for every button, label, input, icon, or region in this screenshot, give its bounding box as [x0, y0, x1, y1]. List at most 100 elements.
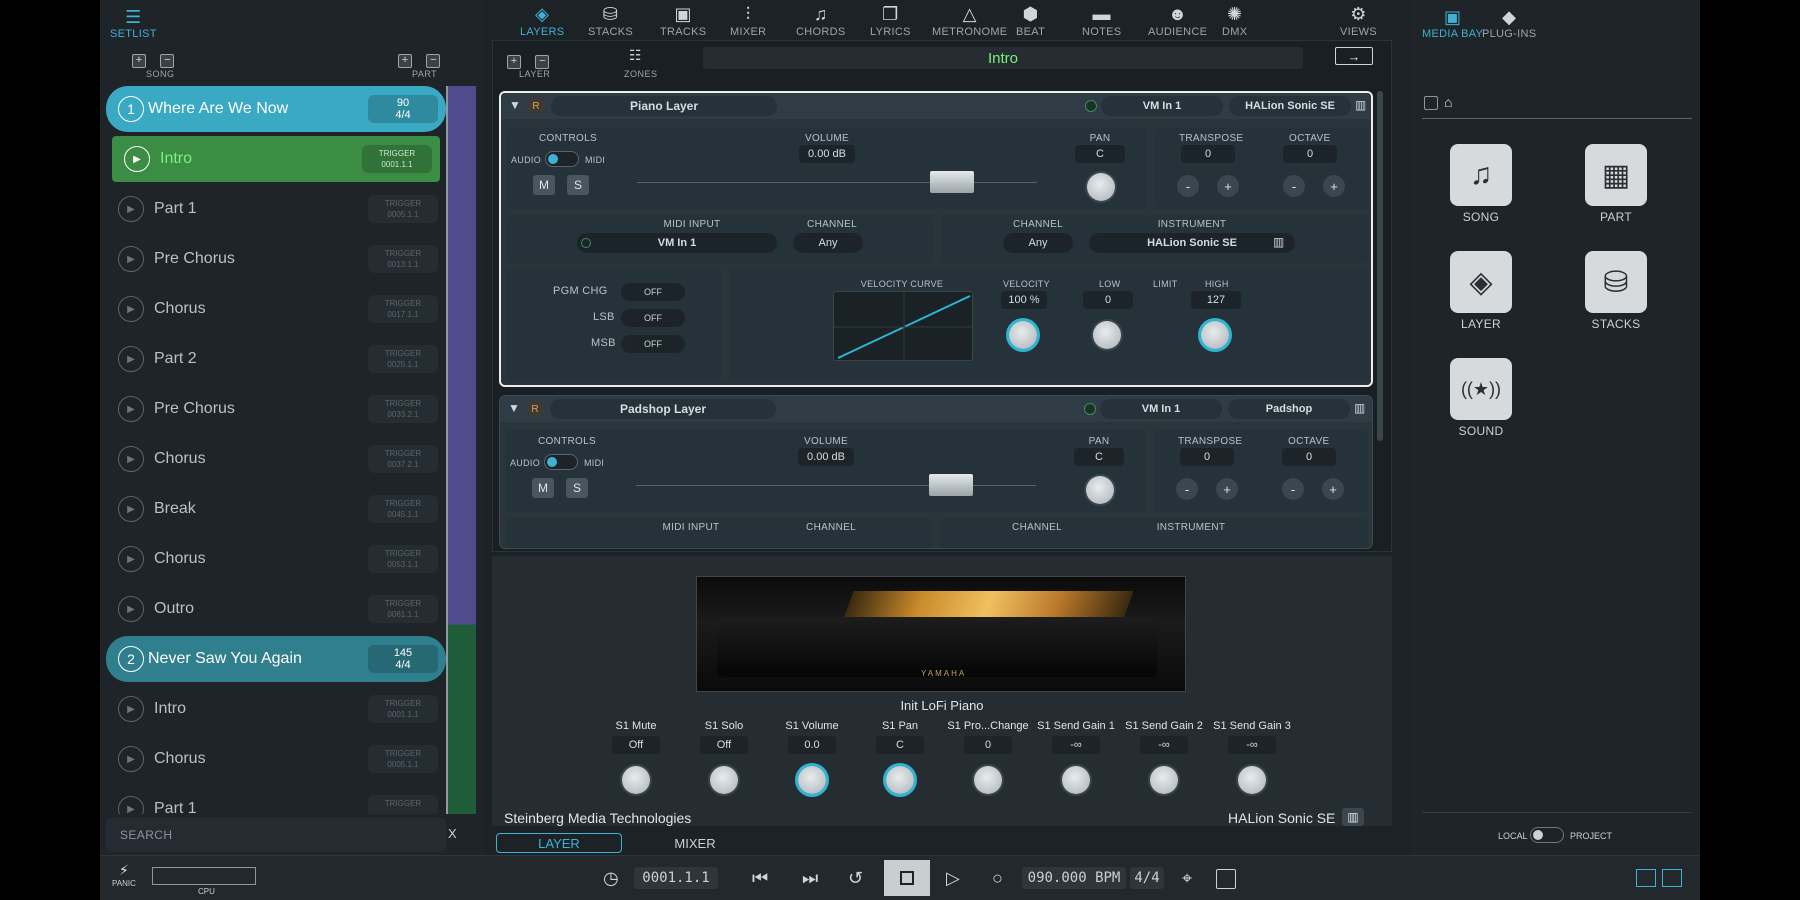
layout-right-icon[interactable] — [1662, 869, 1682, 887]
tile-stacks[interactable]: ⛁ — [1585, 251, 1647, 313]
play-part-icon[interactable]: ▶ — [118, 346, 144, 372]
pgm-chg-button[interactable]: OFF — [621, 283, 685, 301]
param-value[interactable]: 0 — [964, 736, 1012, 754]
octave-minus-button[interactable]: - — [1282, 478, 1304, 500]
mute-button[interactable]: M — [533, 175, 555, 195]
transpose-value[interactable]: 0 — [1180, 448, 1234, 466]
play-part-icon[interactable]: ▶ — [118, 196, 144, 222]
part-row[interactable]: ▶ Part 2 TRIGGER 0025.1.1 — [106, 336, 446, 382]
tab-audience[interactable]: ☻ AUDIENCE — [1148, 4, 1207, 38]
search-box[interactable]: SEARCH — [106, 818, 446, 852]
transpose-plus-button[interactable]: + — [1217, 175, 1239, 197]
clock-icon[interactable]: ◷ — [603, 868, 619, 889]
tab-beat[interactable]: ⬢ BEAT — [1016, 4, 1045, 38]
piano-layer-panel[interactable]: ▼ R Piano Layer VM In 1 HALion Sonic SE … — [499, 91, 1373, 387]
play-part-icon[interactable]: ▶ — [124, 146, 150, 172]
high-value[interactable]: 127 — [1191, 291, 1241, 309]
volume-fader-handle[interactable] — [929, 474, 973, 496]
play-icon[interactable]: ▷ — [946, 868, 960, 889]
velocity-curve-graph[interactable] — [833, 291, 974, 362]
loop-icon[interactable]: ↺ — [848, 868, 863, 889]
param-knob[interactable] — [1238, 766, 1266, 794]
midi-input-select[interactable]: VM In 1 — [577, 233, 777, 253]
play-part-icon[interactable]: ▶ — [118, 296, 144, 322]
param-knob[interactable] — [798, 766, 826, 794]
part-row[interactable]: ▶ Part 1 TRIGGER — [106, 786, 446, 814]
msb-button[interactable]: OFF — [621, 335, 685, 353]
record-button[interactable]: R — [526, 400, 544, 418]
zones-icon[interactable]: ☷ — [629, 47, 642, 64]
param-knob[interactable] — [974, 766, 1002, 794]
pan-value[interactable]: C — [1074, 448, 1124, 466]
audio-midi-toggle[interactable] — [545, 151, 579, 167]
part-row[interactable]: ▶ Chorus TRIGGER 0017.1.1 — [106, 286, 446, 332]
octave-value[interactable]: 0 — [1283, 145, 1337, 163]
panic-button[interactable]: ⚡ PANIC — [112, 862, 136, 888]
volume-value[interactable]: 0.00 dB — [798, 448, 854, 466]
param-value[interactable]: -∞ — [1052, 736, 1100, 754]
part-row[interactable]: ▶ Break TRIGGER 0045.1.1 — [106, 486, 446, 532]
play-part-icon[interactable]: ▶ — [118, 396, 144, 422]
param-knob[interactable] — [622, 766, 650, 794]
part-row[interactable]: ▶ Outro TRIGGER 0061.1.1 — [106, 586, 446, 632]
tab-layer[interactable]: LAYER — [496, 833, 622, 853]
home-icon[interactable]: ⌂ — [1444, 94, 1452, 110]
tab-plug-ins[interactable]: ◆ PLUG-INS — [1482, 6, 1536, 41]
remove-part-button[interactable]: − — [426, 53, 441, 68]
extra-toggle-button[interactable] — [1216, 869, 1236, 889]
octave-plus-button[interactable]: + — [1322, 478, 1344, 500]
record-button[interactable]: R — [527, 97, 545, 115]
pan-knob[interactable] — [1086, 476, 1114, 504]
remove-layer-button[interactable]: − — [535, 54, 550, 69]
tab-views[interactable]: ⚙ VIEWS — [1340, 4, 1377, 38]
tab-tracks[interactable]: ▣ TRACKS — [660, 4, 706, 38]
midi-channel-select[interactable]: Any — [793, 233, 863, 253]
layer-name[interactable]: Piano Layer — [551, 96, 777, 116]
pan-value[interactable]: C — [1075, 145, 1125, 163]
position-display[interactable]: 0001.1.1 — [634, 867, 718, 889]
tile-song[interactable]: ♫ — [1450, 144, 1512, 206]
play-part-icon[interactable]: ▶ — [118, 696, 144, 722]
part-row[interactable]: ▶ Intro TRIGGER 0001.1.1 — [112, 136, 440, 182]
local-project-toggle[interactable] — [1530, 827, 1564, 843]
song-row[interactable]: 1 Where Are We Now 90 4/4 — [106, 86, 446, 132]
audio-midi-toggle[interactable] — [544, 454, 578, 470]
header-instrument[interactable]: Padshop — [1228, 399, 1350, 419]
param-knob[interactable] — [886, 766, 914, 794]
part-row[interactable]: ▶ Intro TRIGGER 0001.1.1 — [106, 686, 446, 732]
add-song-button[interactable]: + — [132, 53, 146, 68]
remove-song-button[interactable]: − — [160, 53, 175, 68]
part-row[interactable]: ▶ Chorus TRIGGER 0037.2.1 — [106, 436, 446, 482]
tab-stacks[interactable]: ⛁ STACKS — [588, 4, 633, 38]
octave-plus-button[interactable]: + — [1323, 175, 1345, 197]
lsb-button[interactable]: OFF — [621, 309, 685, 327]
play-part-icon[interactable]: ▶ — [118, 546, 144, 572]
collapse-icon[interactable]: ▼ — [509, 98, 521, 112]
transpose-minus-button[interactable]: - — [1176, 478, 1198, 500]
stop-button[interactable] — [884, 860, 930, 896]
tempo-display[interactable]: 090.000 BPM — [1022, 867, 1126, 889]
play-part-icon[interactable]: ▶ — [118, 446, 144, 472]
header-instrument[interactable]: HALion Sonic SE — [1229, 96, 1351, 116]
open-editor-icon[interactable]: ▥ — [1342, 808, 1364, 826]
octave-minus-button[interactable]: - — [1283, 175, 1305, 197]
header-midi-input[interactable]: VM In 1 — [1101, 96, 1223, 116]
solo-button[interactable]: S — [567, 175, 589, 195]
velocity-knob[interactable] — [1009, 321, 1037, 349]
transpose-plus-button[interactable]: + — [1216, 478, 1238, 500]
volume-value[interactable]: 0.00 dB — [799, 145, 855, 163]
piano-keys-icon[interactable]: ▥ — [1355, 98, 1366, 112]
record-icon[interactable]: ○ — [992, 868, 1003, 889]
instrument-editor-icon[interactable]: ▥ — [1273, 235, 1284, 249]
play-part-icon[interactable]: ▶ — [118, 746, 144, 772]
mute-button[interactable]: M — [532, 478, 554, 498]
param-value[interactable]: Off — [612, 736, 660, 754]
song-row[interactable]: 2 Never Saw You Again 145 4/4 — [106, 636, 446, 682]
param-value[interactable]: -∞ — [1140, 736, 1188, 754]
part-row[interactable]: ▶ Part 1 TRIGGER 0005.1.1 — [106, 186, 446, 232]
play-part-icon[interactable]: ▶ — [118, 596, 144, 622]
instrument-select[interactable]: HALion Sonic SE — [1089, 233, 1295, 253]
out-channel-select[interactable]: Any — [1003, 233, 1073, 253]
velocity-value[interactable]: 100 % — [1001, 291, 1047, 309]
part-row[interactable]: ▶ Pre Chorus TRIGGER 0033.2.1 — [106, 386, 446, 432]
